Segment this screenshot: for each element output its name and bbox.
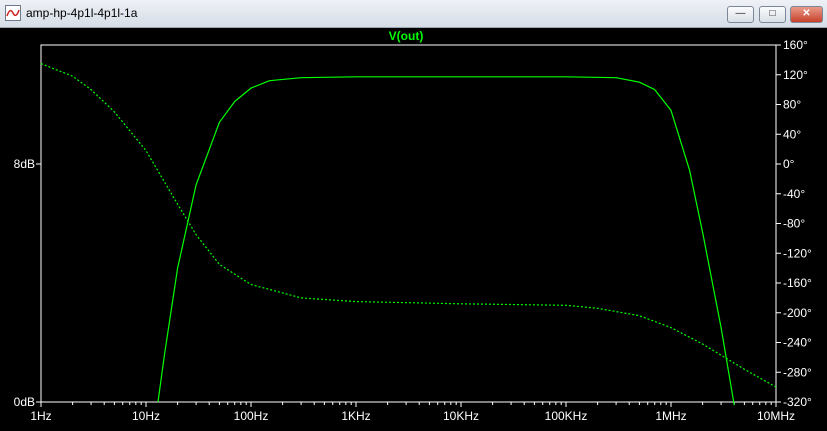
y-right-tick-label: -280° [783,365,812,379]
x-tick-label: 1Hz [30,409,51,423]
x-tick-label: 100KHz [545,409,588,423]
close-button[interactable]: ✕ [790,6,823,23]
y-left-tick-label: 8dB [14,157,35,171]
y-right-tick-label: -40° [783,187,805,201]
chart-title: V(out) [389,29,424,43]
y-right-tick-label: -320° [783,395,812,409]
y-right-tick-label: -200° [783,306,812,320]
y-right-tick-label: 80° [783,98,801,112]
y-right-tick-label: 160° [783,38,808,52]
x-tick-label: 1KHz [341,409,370,423]
y-right-tick-label: -80° [783,217,805,231]
y-right-tick-label: 0° [783,157,795,171]
window-title: amp-hp-4p1l-4p1l-1a [26,6,138,20]
x-tick-label: 100Hz [234,409,269,423]
y-right-tick-label: -240° [783,336,812,350]
x-tick-label: 10KHz [443,409,479,423]
x-tick-label: 10Hz [132,409,160,423]
y-right-tick-label: 120° [783,68,808,82]
bode-plot: V(out) 1Hz 10Hz 100Hz 1KHz 10KHz 100KHz 1MHz 10… [0,28,827,431]
y-right-tick-label: 40° [783,127,801,141]
minimize-button[interactable]: — [727,6,754,23]
plot-background [0,28,827,431]
maximize-button[interactable]: □ [759,6,786,23]
y-right-tick-label: -160° [783,276,812,290]
window-titlebar: amp-hp-4p1l-4p1l-1a — □ ✕ [0,0,827,28]
x-tick-label: 10MHz [757,409,795,423]
y-left-tick-label: 0dB [14,395,35,409]
y-right-tick-label: -120° [783,246,812,260]
waveform-app-icon [5,5,21,21]
x-tick-label: 1MHz [655,409,686,423]
